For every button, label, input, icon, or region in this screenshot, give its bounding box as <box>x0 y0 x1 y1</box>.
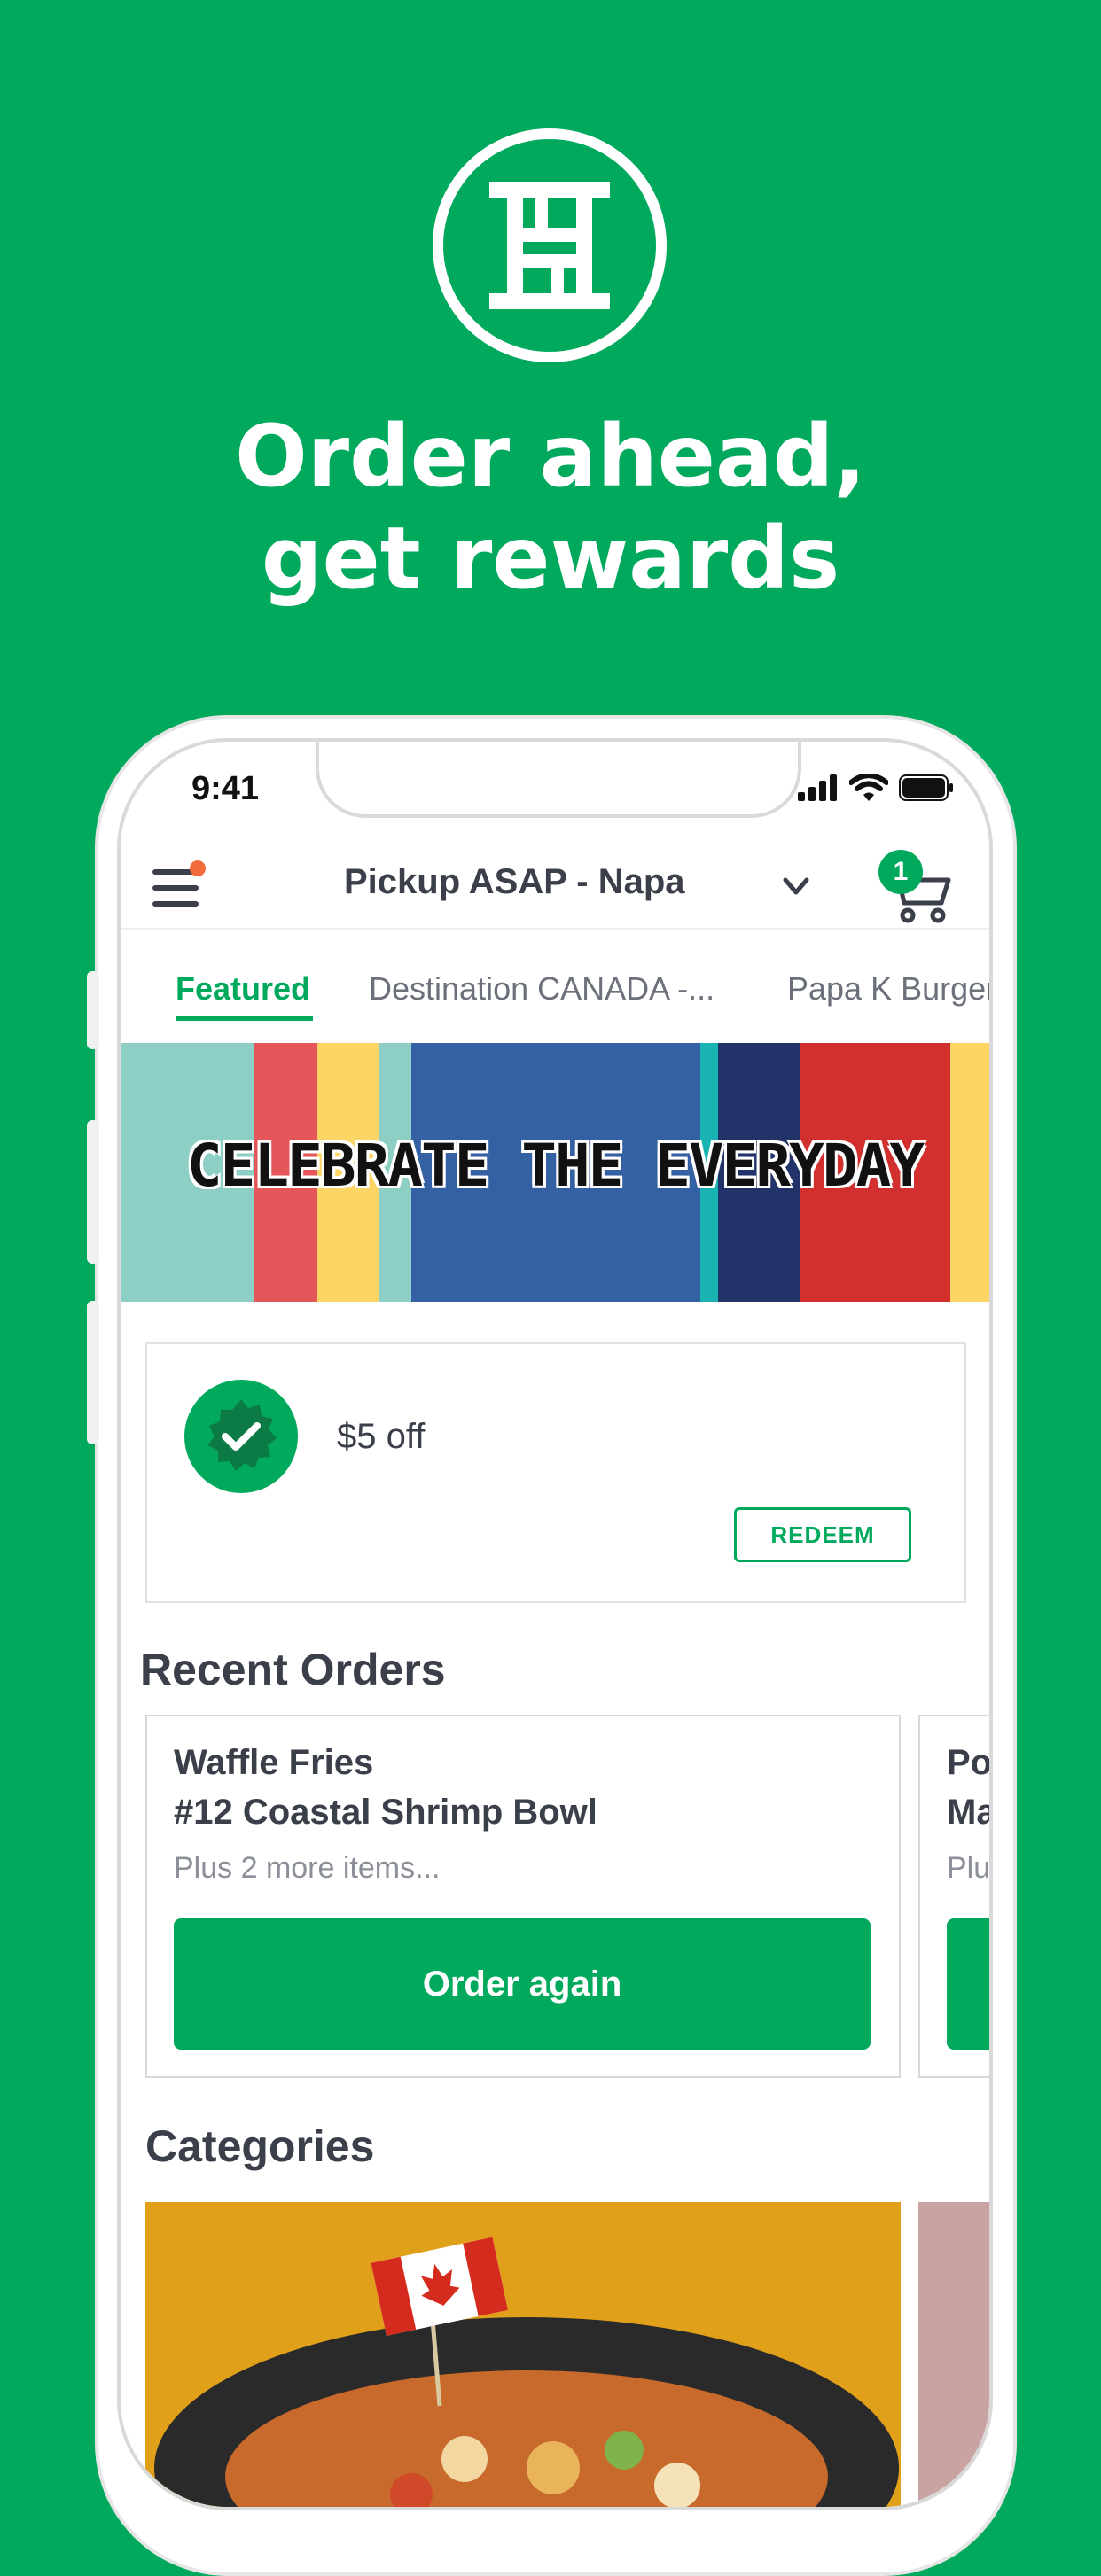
order-again-button-partial[interactable] <box>947 1918 989 2050</box>
tab-papa-k-burger[interactable]: Papa K Burger <box>787 970 989 1008</box>
category-food-image <box>145 2202 901 2507</box>
order-card: Waffle Fries #12 Coastal Shrimp Bowl Plu… <box>145 1715 901 2078</box>
order-again-button[interactable]: Order again <box>174 1918 871 2050</box>
headline: Order ahead, get rewards <box>0 406 1101 610</box>
pickup-location-selector[interactable]: Pickup ASAP - Napa <box>344 862 685 902</box>
volume-down-button <box>87 1301 99 1444</box>
order-more-items: Plus 2 more items... <box>174 1851 441 1885</box>
headline-line-1: Order ahead, <box>235 407 866 506</box>
redeem-button[interactable]: REDEEM <box>734 1507 911 1562</box>
status-icons <box>798 774 954 802</box>
order-card-partial: Po Ma Plu <box>918 1715 993 2078</box>
mute-switch <box>87 971 99 1049</box>
headline-line-2: get rewards <box>261 509 840 608</box>
cart-count-badge: 1 <box>878 850 923 894</box>
battery-icon <box>899 774 953 801</box>
brand-monogram-icon <box>489 182 610 309</box>
tab-featured[interactable]: Featured <box>176 970 310 1008</box>
order-item-2: Ma <box>947 1793 993 1832</box>
active-tab-indicator <box>176 1016 313 1021</box>
order-item-1: Po <box>947 1743 993 1782</box>
reward-label: $5 off <box>337 1417 426 1456</box>
reward-card: $5 off REDEEM <box>145 1342 966 1603</box>
status-time: 9:41 <box>191 770 260 807</box>
brand-logo <box>433 128 667 362</box>
order-item-1: Waffle Fries <box>174 1743 374 1782</box>
notch <box>316 742 801 818</box>
menu-button[interactable] <box>152 860 206 908</box>
volume-up-button <box>87 1120 99 1264</box>
reward-check-icon <box>184 1380 298 1493</box>
categories-title: Categories <box>145 2121 375 2171</box>
phone-screen: 9:41 Pickup ASAP - Napa 1 Featured Desti… <box>117 738 993 2510</box>
wifi-icon <box>849 774 888 801</box>
chevron-down-icon[interactable] <box>778 871 814 903</box>
notification-dot <box>190 860 206 876</box>
category-tabs: Featured Destination CANADA -... Papa K … <box>121 930 989 1036</box>
app-bar: Pickup ASAP - Napa 1 <box>121 839 989 930</box>
banner-text: CELEBRATE THE EVERYDAY <box>186 1132 925 1200</box>
recent-orders-title: Recent Orders <box>140 1645 446 1694</box>
promo-banner[interactable]: CELEBRATE THE EVERYDAY <box>121 1043 989 1302</box>
category-card-canada[interactable] <box>145 2202 901 2507</box>
order-more-items: Plu <box>947 1851 991 1885</box>
category-card-partial[interactable] <box>918 2202 989 2507</box>
order-item-2: #12 Coastal Shrimp Bowl <box>174 1793 597 1832</box>
tab-destination-canada[interactable]: Destination CANADA -... <box>369 970 714 1008</box>
signal-icon <box>798 774 837 801</box>
